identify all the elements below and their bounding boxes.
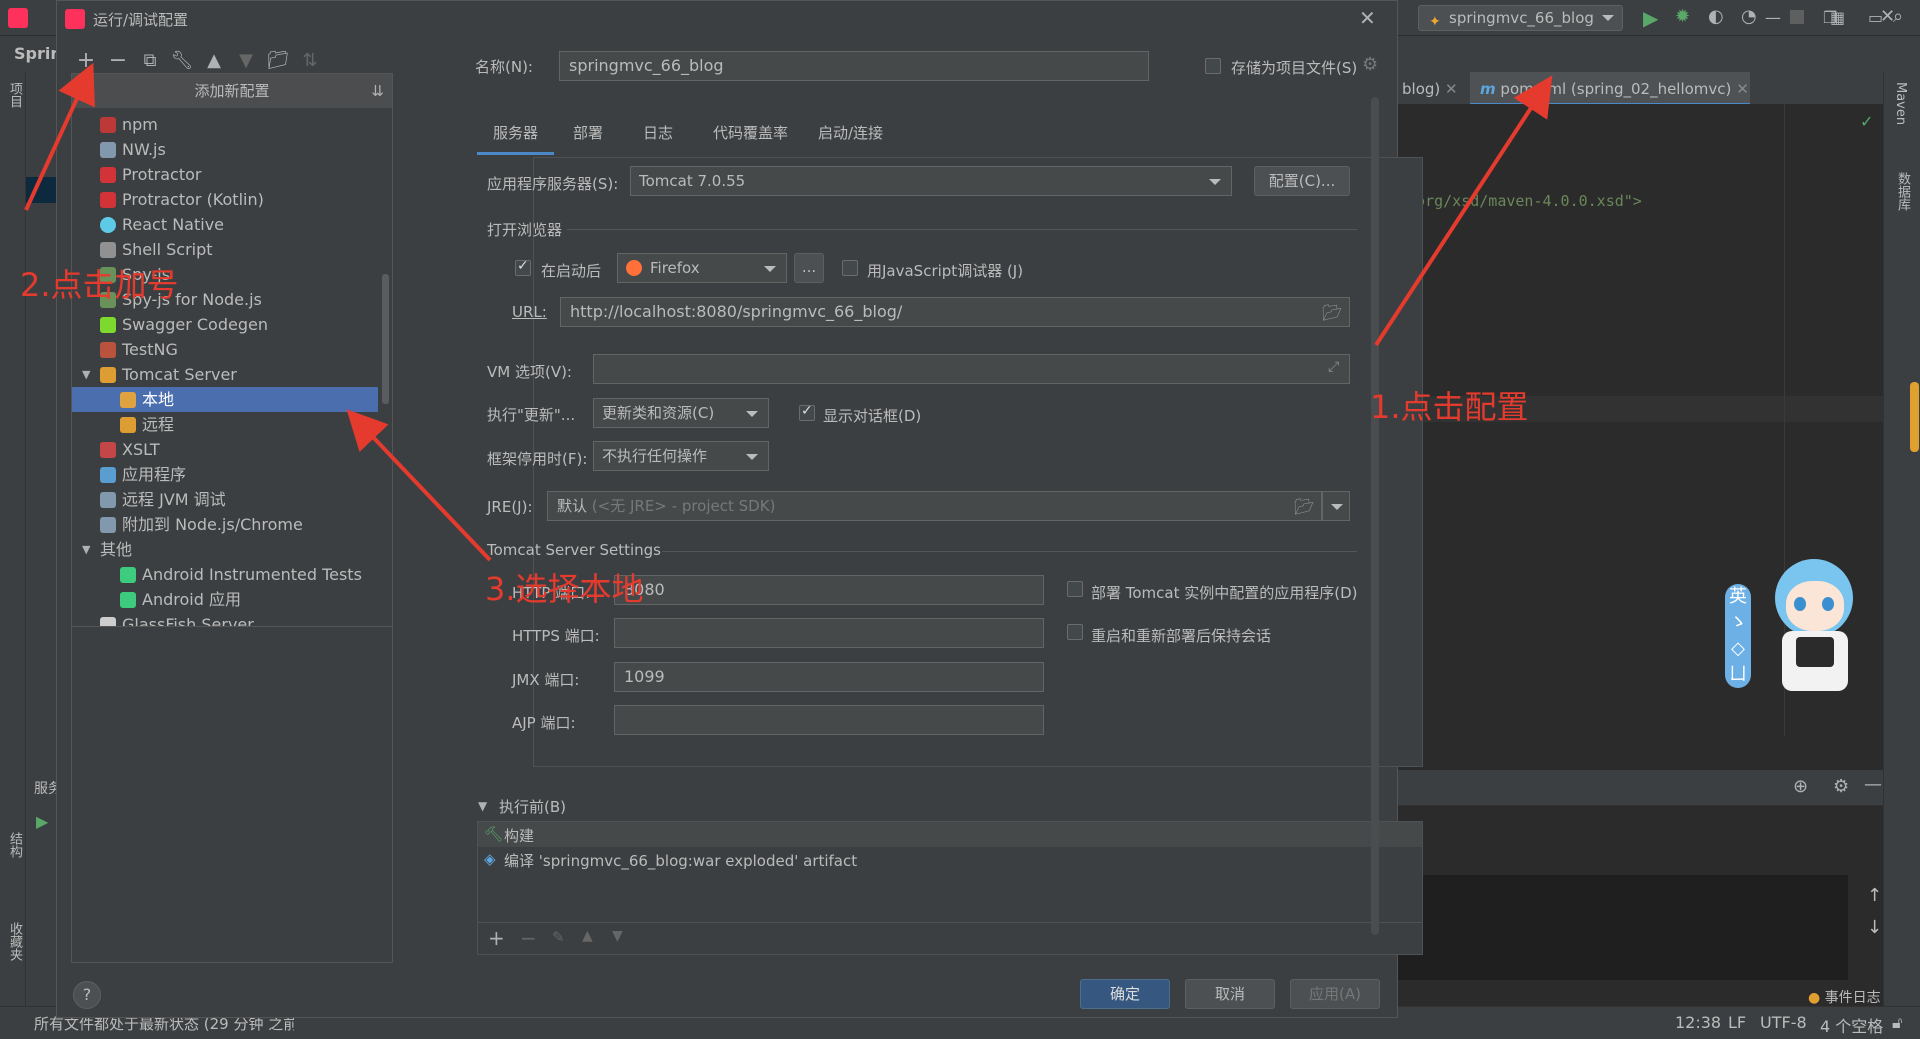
arrow-step3 [346, 409, 492, 562]
annotation-step3: 3.选择本地 [485, 570, 644, 608]
arrow-step1 [1374, 75, 1553, 347]
annotation-step2: 2.点击加号 [20, 266, 179, 304]
annotation-step1: 1.点击配置 [1370, 388, 1529, 426]
annotation-overlay [24, 62, 1553, 562]
arrow-step2 [24, 62, 95, 211]
